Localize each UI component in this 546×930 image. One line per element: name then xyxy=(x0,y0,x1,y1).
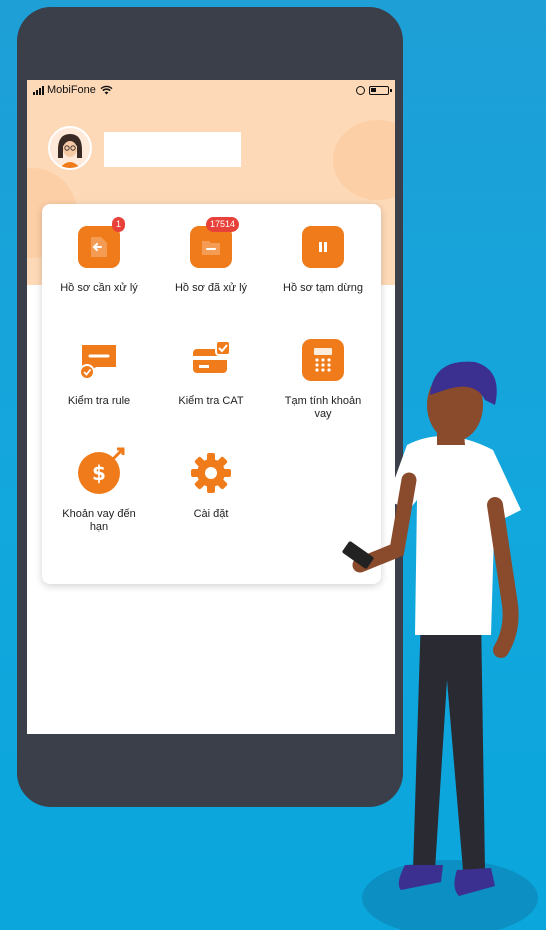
pause-document-icon xyxy=(302,226,344,268)
check-card-icon xyxy=(190,339,232,381)
menu-item-label: Kiểm tra rule xyxy=(67,395,131,407)
processed-folder-icon: 17514 xyxy=(190,217,240,268)
gear-icon xyxy=(190,452,232,494)
processed-count-badge: 17514 xyxy=(206,217,240,232)
menu-item-label: Hồ sơ tạm dừng xyxy=(283,282,363,294)
signal-icon xyxy=(33,85,44,95)
menu-item-processed-files[interactable]: 17514 Hồ sơ đã xử lý xyxy=(156,217,266,295)
avatar[interactable] xyxy=(48,126,92,170)
menu-item-label: Kiểm tra CAT xyxy=(178,395,244,407)
menu-item-check-rule[interactable]: Kiểm tra rule xyxy=(44,339,154,408)
wifi-icon xyxy=(100,85,113,95)
status-bar: MobiFone xyxy=(27,80,395,100)
check-rule-icon xyxy=(78,339,120,381)
menu-item-due-loans[interactable]: $ Khoản vay đến hạn xyxy=(44,447,154,534)
orientation-lock-icon xyxy=(356,85,365,95)
menu-item-label: Cài đặt xyxy=(193,508,229,520)
menu-item-pending-files[interactable]: 1 Hồ sơ cần xử lý xyxy=(44,217,154,295)
menu-item-check-cat[interactable]: Kiểm tra CAT xyxy=(156,339,266,408)
person-illustration xyxy=(342,361,538,930)
user-avatar-icon xyxy=(50,128,90,168)
menu-item-label: Khoản vay đến hạn xyxy=(62,508,136,533)
pending-count-badge: 1 xyxy=(112,217,126,232)
carrier-name: MobiFone xyxy=(47,84,96,96)
return-document-icon: 1 xyxy=(78,217,126,268)
menu-item-settings[interactable]: Cài đặt xyxy=(156,452,266,521)
user-name-field xyxy=(104,132,241,167)
menu-item-label: Hồ sơ đã xử lý xyxy=(174,282,248,294)
battery-icon xyxy=(369,85,392,95)
menu-item-label: Hồ sơ cần xử lý xyxy=(60,282,138,294)
dollar-due-icon: $ xyxy=(78,447,125,494)
menu-item-paused-files[interactable]: Hồ sơ tạm dừng xyxy=(268,226,378,295)
